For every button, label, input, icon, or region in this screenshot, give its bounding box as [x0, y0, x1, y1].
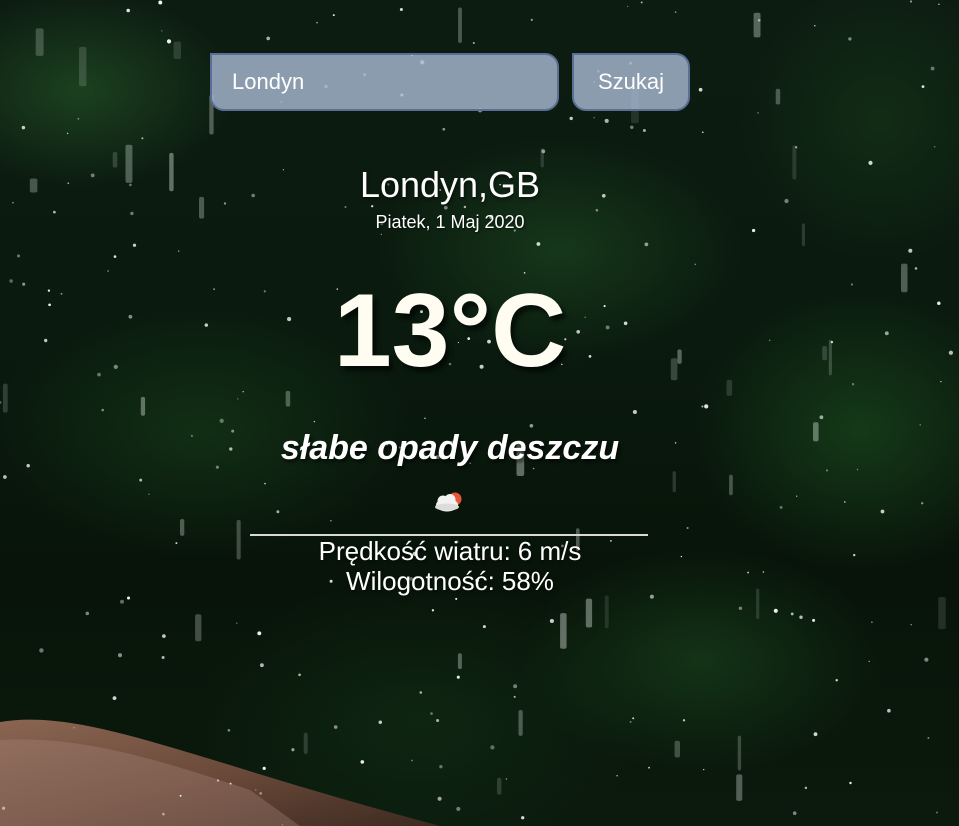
weather-description: słabe opady deszczu: [280, 429, 620, 467]
search-button[interactable]: Szukaj: [572, 53, 690, 111]
current-date: Piatek, 1 Maj 2020: [375, 212, 525, 232]
humidity-label: Wilogotność:: [346, 566, 495, 596]
weather-panel: Londyn,GB Piatek, 1 Maj 2020 13°C słabe …: [250, 160, 650, 596]
search-bar: Szukaj: [210, 53, 690, 111]
humidity-value: 58%: [501, 566, 554, 596]
location-title: Londyn,GB: [359, 164, 541, 205]
wind-speed-value: 6 m/s: [517, 536, 582, 566]
wind-speed-label: Prędkość wiatru:: [318, 536, 511, 566]
search-input[interactable]: [210, 53, 559, 111]
cloud-sun-rain-icon: [430, 488, 470, 518]
wind-speed: Prędkość wiatru: 6 m/s: [250, 536, 650, 566]
humidity: Wilogotność: 58%: [250, 566, 650, 596]
temperature-value: 13°C: [333, 273, 567, 389]
